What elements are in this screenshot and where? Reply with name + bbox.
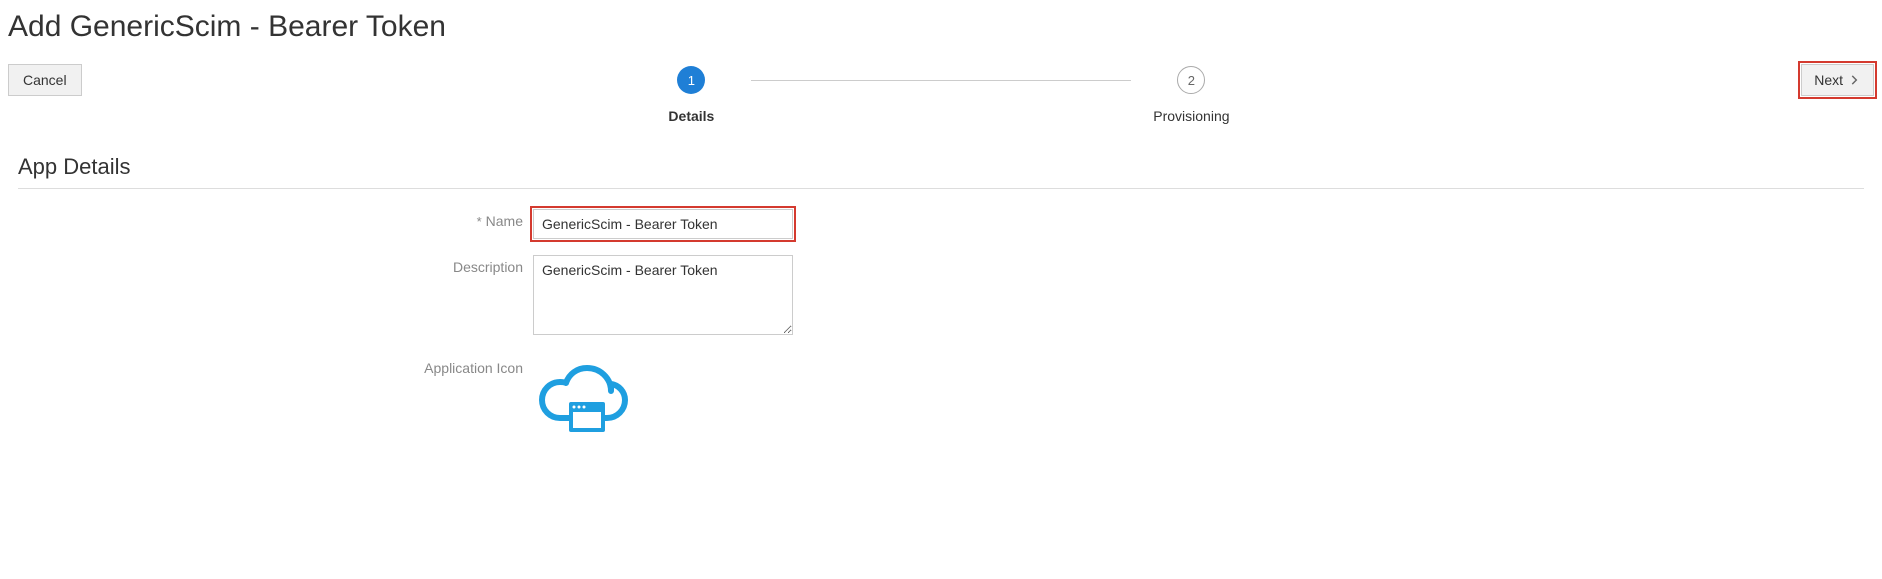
next-button-label: Next (1814, 72, 1843, 88)
step-circle-1: 1 (677, 66, 705, 94)
description-textarea[interactable]: GenericScim - Bearer Token (533, 255, 793, 335)
required-indicator: * (477, 214, 482, 229)
next-button[interactable]: Next (1801, 64, 1874, 96)
step-connector (751, 80, 1131, 81)
step-provisioning[interactable]: 2 Provisioning (1131, 66, 1251, 124)
section-title-app-details: App Details (18, 154, 1874, 180)
cancel-button[interactable]: Cancel (8, 64, 82, 96)
top-bar: Cancel 1 Details 2 Provisioning Next (8, 64, 1874, 124)
form-row-app-icon: Application Icon (18, 356, 1874, 441)
step-details[interactable]: 1 Details (631, 66, 751, 124)
form-row-name: * Name (18, 209, 1874, 239)
cloud-app-icon[interactable] (533, 356, 633, 441)
description-label: Description (453, 259, 523, 275)
stepper: 1 Details 2 Provisioning (82, 64, 1802, 124)
section-divider (18, 188, 1864, 189)
step-circle-2: 2 (1177, 66, 1205, 94)
app-icon-label: Application Icon (424, 360, 523, 376)
form-app-details: * Name Description GenericScim - Bearer … (18, 209, 1874, 441)
page-title: Add GenericScim - Bearer Token (8, 10, 1874, 44)
step-label-2: Provisioning (1153, 108, 1229, 124)
name-input[interactable] (533, 209, 793, 239)
step-label-1: Details (668, 108, 714, 124)
name-label: Name (486, 213, 523, 229)
chevron-right-icon (1847, 73, 1861, 87)
form-row-description: Description GenericScim - Bearer Token (18, 255, 1874, 340)
